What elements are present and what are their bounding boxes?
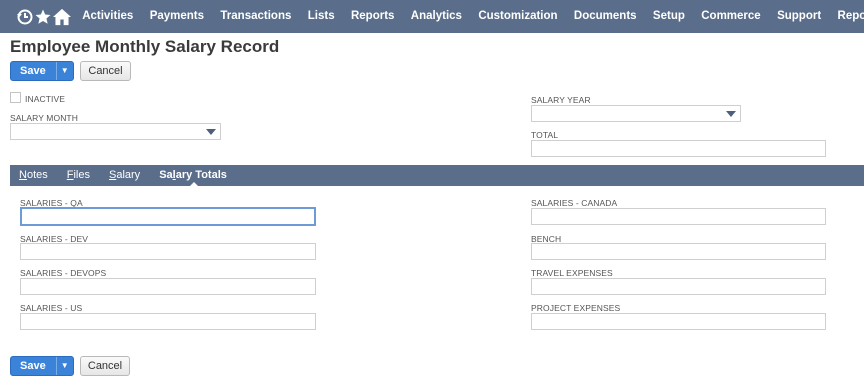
total-label: TOTAL <box>531 130 559 140</box>
salaries-canada-label: SALARIES - CANADA <box>531 198 618 208</box>
cancel-button[interactable]: Cancel <box>80 61 131 81</box>
nav-item-payments[interactable]: Payments <box>142 0 213 33</box>
nav-item-support[interactable]: Support <box>769 0 829 33</box>
salaries-devops-input[interactable] <box>20 278 316 295</box>
tab-notes-accesskey: N <box>19 169 27 181</box>
total-input[interactable] <box>531 140 826 157</box>
travel-expenses-label: TRAVEL EXPENSES <box>531 268 613 278</box>
tab-salary-totals[interactable]: Salary Totals <box>150 165 237 186</box>
cancel-button-bottom[interactable]: Cancel <box>80 356 130 376</box>
nav-item-customization[interactable]: Customization <box>470 0 566 33</box>
save-dropdown-icon[interactable]: ▼ <box>55 62 73 80</box>
home-icon[interactable] <box>52 0 72 33</box>
save-button-label[interactable]: Save <box>11 62 56 80</box>
nav-item-analytics[interactable]: Analytics <box>403 0 471 33</box>
save-button-bottom[interactable]: Save ▼ <box>10 356 74 376</box>
top-nav: Activities Payments Transactions Lists R… <box>0 0 864 33</box>
save-dropdown-icon[interactable]: ▼ <box>55 357 73 375</box>
history-icon[interactable] <box>16 0 34 33</box>
project-expenses-input[interactable] <box>531 313 826 330</box>
salaries-canada-input[interactable] <box>531 208 826 225</box>
salaries-us-input[interactable] <box>20 313 316 330</box>
salary-year-label: SALARY YEAR <box>531 95 591 105</box>
nav-menu: Activities Payments Transactions Lists R… <box>74 0 864 33</box>
nav-item-commerce[interactable]: Commerce <box>693 0 769 33</box>
salary-month-select[interactable] <box>10 123 221 140</box>
nav-item-setup[interactable]: Setup <box>645 0 693 33</box>
bench-input[interactable] <box>531 243 826 260</box>
nav-item-documents[interactable]: Documents <box>566 0 645 33</box>
salaries-us-label: SALARIES - US <box>20 303 83 313</box>
nav-item-transactions[interactable]: Transactions <box>212 0 299 33</box>
nav-item-lists[interactable]: Lists <box>300 0 343 33</box>
chevron-down-icon <box>206 129 216 135</box>
page-title: Employee Monthly Salary Record <box>10 37 280 56</box>
nav-item-activities[interactable]: Activities <box>74 0 142 33</box>
tab-files-label: iles <box>73 169 90 181</box>
project-expenses-label: PROJECT EXPENSES <box>531 303 621 313</box>
salaries-devops-label: SALARIES - DEVOPS <box>20 268 107 278</box>
tab-salary-totals-label: ary Totals <box>175 169 227 181</box>
star-icon[interactable] <box>34 0 52 33</box>
salaries-qa-input[interactable] <box>20 207 316 226</box>
tab-files[interactable]: Files <box>58 165 100 186</box>
tab-notes-label: otes <box>26 169 48 181</box>
chevron-down-icon <box>726 111 736 117</box>
travel-expenses-input[interactable] <box>531 278 826 295</box>
inactive-checkbox[interactable] <box>10 92 21 103</box>
tab-salary-label: alary <box>116 169 141 181</box>
tab-notes[interactable]: Notes <box>10 165 58 186</box>
tab-salary-totals-prefix: Sa <box>159 169 173 181</box>
salaries-dev-input[interactable] <box>20 243 316 260</box>
nav-item-reports[interactable]: Reports <box>343 0 403 33</box>
tab-salary[interactable]: Salary <box>100 165 150 186</box>
inactive-label: INACTIVE <box>25 94 66 104</box>
nav-item-reports-2[interactable]: Reports <box>829 0 864 33</box>
salary-year-select[interactable] <box>531 105 741 122</box>
save-button-label[interactable]: Save <box>11 357 56 375</box>
subtab-bar: Notes Files Salary Salary Totals <box>10 165 864 186</box>
salary-month-label: SALARY MONTH <box>10 113 78 123</box>
save-button[interactable]: Save ▼ <box>10 61 74 81</box>
